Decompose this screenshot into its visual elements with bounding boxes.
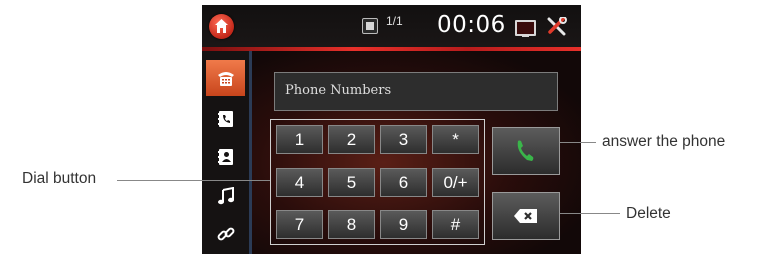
home-icon — [215, 19, 228, 33]
keypad: 1 2 3 * 4 5 6 0/+ 7 8 9 # — [270, 119, 485, 245]
dialpad-icon — [217, 72, 234, 86]
sidebar — [202, 51, 249, 254]
tools-icon[interactable] — [546, 17, 568, 37]
key-4[interactable]: 4 — [276, 168, 323, 197]
link-icon — [217, 227, 234, 241]
callout-answer: answer the phone — [602, 133, 726, 150]
music-note-icon — [217, 187, 234, 205]
page-icon — [362, 18, 378, 34]
contacts-icon — [217, 149, 233, 165]
key-2[interactable]: 2 — [328, 125, 375, 154]
key-8[interactable]: 8 — [328, 210, 375, 239]
phone-number-field[interactable]: Phone Numbers — [274, 72, 558, 111]
key-5[interactable]: 5 — [328, 168, 375, 197]
phone-handset-icon — [517, 140, 534, 161]
sidebar-item-music[interactable] — [206, 178, 245, 214]
callout-line-answer — [560, 142, 596, 143]
page-indicator: 1/1 — [386, 14, 403, 28]
delete-button[interactable] — [492, 192, 560, 240]
phone-number-placeholder: Phone Numbers — [285, 83, 392, 98]
callout-line-delete — [560, 213, 620, 214]
head-unit-screen: 1/1 00:06 Phone Numbers 1 2 3 * 4 5 6 0/… — [202, 5, 581, 254]
callout-delete: Delete — [626, 205, 671, 222]
callout-dial-button: Dial button — [22, 170, 97, 187]
key-0-plus[interactable]: 0/+ — [432, 168, 479, 197]
clock: 00:06 — [437, 12, 506, 38]
call-log-icon — [217, 111, 233, 127]
key-1[interactable]: 1 — [276, 125, 323, 154]
backspace-icon — [514, 209, 537, 223]
key-9[interactable]: 9 — [380, 210, 427, 239]
monitor-icon[interactable] — [515, 20, 536, 37]
sidebar-item-contacts[interactable] — [206, 139, 245, 175]
sidebar-item-link[interactable] — [206, 216, 245, 252]
status-bar: 1/1 00:06 — [202, 5, 581, 47]
sidebar-item-call-log[interactable] — [206, 101, 245, 137]
answer-call-button[interactable] — [492, 127, 560, 175]
home-button[interactable] — [209, 14, 234, 39]
key-star[interactable]: * — [432, 125, 479, 154]
key-hash[interactable]: # — [432, 210, 479, 239]
key-6[interactable]: 6 — [380, 168, 427, 197]
dialer-panel: Phone Numbers 1 2 3 * 4 5 6 0/+ 7 8 9 # — [252, 51, 581, 254]
sidebar-item-dialpad[interactable] — [206, 60, 245, 96]
key-3[interactable]: 3 — [380, 125, 427, 154]
key-7[interactable]: 7 — [276, 210, 323, 239]
callout-line-dial — [117, 180, 270, 181]
